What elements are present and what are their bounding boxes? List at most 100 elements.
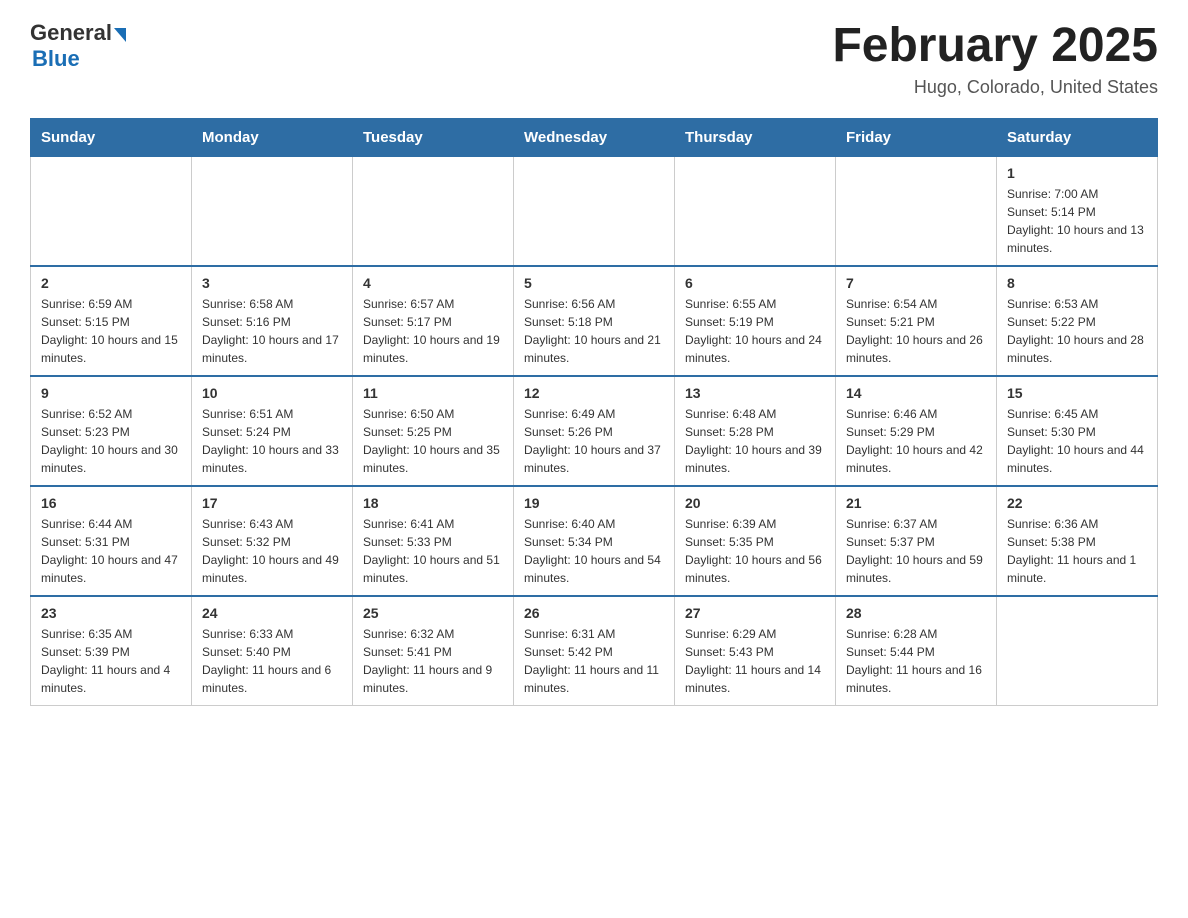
day-number: 14 xyxy=(846,385,986,401)
day-info: Sunrise: 6:50 AMSunset: 5:25 PMDaylight:… xyxy=(363,405,503,477)
weekday-header-wednesday: Wednesday xyxy=(514,118,675,156)
logo-blue-text: Blue xyxy=(32,46,80,72)
day-info: Sunrise: 6:52 AMSunset: 5:23 PMDaylight:… xyxy=(41,405,181,477)
day-number: 20 xyxy=(685,495,825,511)
day-number: 11 xyxy=(363,385,503,401)
day-info: Sunrise: 6:41 AMSunset: 5:33 PMDaylight:… xyxy=(363,515,503,587)
calendar-cell: 17 Sunrise: 6:43 AMSunset: 5:32 PMDayligh… xyxy=(192,486,353,596)
day-number: 16 xyxy=(41,495,181,511)
day-number: 12 xyxy=(524,385,664,401)
day-info: Sunrise: 6:32 AMSunset: 5:41 PMDaylight:… xyxy=(363,625,503,697)
day-number: 23 xyxy=(41,605,181,621)
month-title: February 2025 xyxy=(832,20,1158,73)
calendar-cell: 25 Sunrise: 6:32 AMSunset: 5:41 PMDayligh… xyxy=(353,596,514,706)
day-number: 26 xyxy=(524,605,664,621)
calendar-cell: 8 Sunrise: 6:53 AMSunset: 5:22 PMDaylight… xyxy=(997,266,1158,376)
calendar-cell: 4 Sunrise: 6:57 AMSunset: 5:17 PMDaylight… xyxy=(353,266,514,376)
weekday-header-sunday: Sunday xyxy=(31,118,192,156)
calendar-cell: 22 Sunrise: 6:36 AMSunset: 5:38 PMDayligh… xyxy=(997,486,1158,596)
calendar-cell xyxy=(836,156,997,266)
calendar-cell: 11 Sunrise: 6:50 AMSunset: 5:25 PMDayligh… xyxy=(353,376,514,486)
calendar-cell: 12 Sunrise: 6:49 AMSunset: 5:26 PMDayligh… xyxy=(514,376,675,486)
calendar-cell: 16 Sunrise: 6:44 AMSunset: 5:31 PMDayligh… xyxy=(31,486,192,596)
calendar-cell: 3 Sunrise: 6:58 AMSunset: 5:16 PMDaylight… xyxy=(192,266,353,376)
day-info: Sunrise: 6:45 AMSunset: 5:30 PMDaylight:… xyxy=(1007,405,1147,477)
day-info: Sunrise: 6:43 AMSunset: 5:32 PMDaylight:… xyxy=(202,515,342,587)
day-number: 8 xyxy=(1007,275,1147,291)
day-info: Sunrise: 6:48 AMSunset: 5:28 PMDaylight:… xyxy=(685,405,825,477)
calendar-cell: 10Sunrise: 6:51 AMSunset: 5:24 PMDayligh… xyxy=(192,376,353,486)
day-number: 4 xyxy=(363,275,503,291)
day-info: Sunrise: 6:39 AMSunset: 5:35 PMDaylight:… xyxy=(685,515,825,587)
day-number: 6 xyxy=(685,275,825,291)
calendar-cell: 1 Sunrise: 7:00 AMSunset: 5:14 PMDaylight… xyxy=(997,156,1158,266)
day-info: Sunrise: 6:35 AMSunset: 5:39 PMDaylight:… xyxy=(41,625,181,697)
day-number: 24 xyxy=(202,605,342,621)
day-number: 18 xyxy=(363,495,503,511)
calendar-cell: 13 Sunrise: 6:48 AMSunset: 5:28 PMDayligh… xyxy=(675,376,836,486)
calendar-cell xyxy=(192,156,353,266)
day-number: 17 xyxy=(202,495,342,511)
calendar-cell: 6 Sunrise: 6:55 AMSunset: 5:19 PMDaylight… xyxy=(675,266,836,376)
calendar-cell: 26 Sunrise: 6:31 AMSunset: 5:42 PMDayligh… xyxy=(514,596,675,706)
calendar-cell: 21Sunrise: 6:37 AMSunset: 5:37 PMDayligh… xyxy=(836,486,997,596)
day-info: Sunrise: 7:00 AMSunset: 5:14 PMDaylight:… xyxy=(1007,185,1147,257)
weekday-header-tuesday: Tuesday xyxy=(353,118,514,156)
calendar-cell xyxy=(514,156,675,266)
day-number: 1 xyxy=(1007,165,1147,181)
day-info: Sunrise: 6:31 AMSunset: 5:42 PMDaylight:… xyxy=(524,625,664,697)
weekday-header-monday: Monday xyxy=(192,118,353,156)
day-number: 22 xyxy=(1007,495,1147,511)
calendar-cell: 18 Sunrise: 6:41 AMSunset: 5:33 PMDayligh… xyxy=(353,486,514,596)
day-number: 25 xyxy=(363,605,503,621)
day-info: Sunrise: 6:29 AMSunset: 5:43 PMDaylight:… xyxy=(685,625,825,697)
calendar-table: SundayMondayTuesdayWednesdayThursdayFrid… xyxy=(30,118,1158,706)
calendar-cell xyxy=(675,156,836,266)
day-number: 3 xyxy=(202,275,342,291)
day-info: Sunrise: 6:44 AMSunset: 5:31 PMDaylight:… xyxy=(41,515,181,587)
title-section: February 2025 Hugo, Colorado, United Sta… xyxy=(832,20,1158,98)
day-info: Sunrise: 6:56 AMSunset: 5:18 PMDaylight:… xyxy=(524,295,664,367)
calendar-cell: 24 Sunrise: 6:33 AMSunset: 5:40 PMDayligh… xyxy=(192,596,353,706)
day-info: Sunrise: 6:55 AMSunset: 5:19 PMDaylight:… xyxy=(685,295,825,367)
calendar-cell xyxy=(997,596,1158,706)
logo: General Blue xyxy=(30,20,126,72)
day-info: Sunrise: 6:51 AMSunset: 5:24 PMDaylight:… xyxy=(202,405,342,477)
day-info: Sunrise: 6:54 AMSunset: 5:21 PMDaylight:… xyxy=(846,295,986,367)
calendar-cell: 27 Sunrise: 6:29 AMSunset: 5:43 PMDayligh… xyxy=(675,596,836,706)
calendar-cell: 9 Sunrise: 6:52 AMSunset: 5:23 PMDaylight… xyxy=(31,376,192,486)
day-info: Sunrise: 6:36 AMSunset: 5:38 PMDaylight:… xyxy=(1007,515,1147,587)
calendar-cell: 14Sunrise: 6:46 AMSunset: 5:29 PMDayligh… xyxy=(836,376,997,486)
calendar-cell: 2Sunrise: 6:59 AMSunset: 5:15 PMDaylight… xyxy=(31,266,192,376)
day-number: 5 xyxy=(524,275,664,291)
day-number: 28 xyxy=(846,605,986,621)
page-header: General Blue February 2025 Hugo, Colorad… xyxy=(30,20,1158,98)
weekday-header-thursday: Thursday xyxy=(675,118,836,156)
logo-arrow-icon xyxy=(114,28,126,42)
calendar-week-row-1: 1 Sunrise: 7:00 AMSunset: 5:14 PMDaylight… xyxy=(31,156,1158,266)
day-info: Sunrise: 6:53 AMSunset: 5:22 PMDaylight:… xyxy=(1007,295,1147,367)
location-text: Hugo, Colorado, United States xyxy=(832,77,1158,98)
day-number: 9 xyxy=(41,385,181,401)
day-number: 15 xyxy=(1007,385,1147,401)
day-info: Sunrise: 6:58 AMSunset: 5:16 PMDaylight:… xyxy=(202,295,342,367)
day-info: Sunrise: 6:33 AMSunset: 5:40 PMDaylight:… xyxy=(202,625,342,697)
day-info: Sunrise: 6:57 AMSunset: 5:17 PMDaylight:… xyxy=(363,295,503,367)
calendar-week-row-4: 16 Sunrise: 6:44 AMSunset: 5:31 PMDayligh… xyxy=(31,486,1158,596)
day-number: 13 xyxy=(685,385,825,401)
calendar-week-row-2: 2Sunrise: 6:59 AMSunset: 5:15 PMDaylight… xyxy=(31,266,1158,376)
calendar-cell: 23 Sunrise: 6:35 AMSunset: 5:39 PMDayligh… xyxy=(31,596,192,706)
calendar-cell: 7 Sunrise: 6:54 AMSunset: 5:21 PMDaylight… xyxy=(836,266,997,376)
calendar-cell: 19 Sunrise: 6:40 AMSunset: 5:34 PMDayligh… xyxy=(514,486,675,596)
calendar-week-row-3: 9 Sunrise: 6:52 AMSunset: 5:23 PMDaylight… xyxy=(31,376,1158,486)
day-info: Sunrise: 6:49 AMSunset: 5:26 PMDaylight:… xyxy=(524,405,664,477)
weekday-header-row: SundayMondayTuesdayWednesdayThursdayFrid… xyxy=(31,118,1158,156)
day-info: Sunrise: 6:40 AMSunset: 5:34 PMDaylight:… xyxy=(524,515,664,587)
day-number: 2 xyxy=(41,275,181,291)
day-number: 19 xyxy=(524,495,664,511)
day-info: Sunrise: 6:37 AMSunset: 5:37 PMDaylight:… xyxy=(846,515,986,587)
weekday-header-saturday: Saturday xyxy=(997,118,1158,156)
day-number: 7 xyxy=(846,275,986,291)
day-number: 27 xyxy=(685,605,825,621)
logo-general-text: General xyxy=(30,20,112,46)
